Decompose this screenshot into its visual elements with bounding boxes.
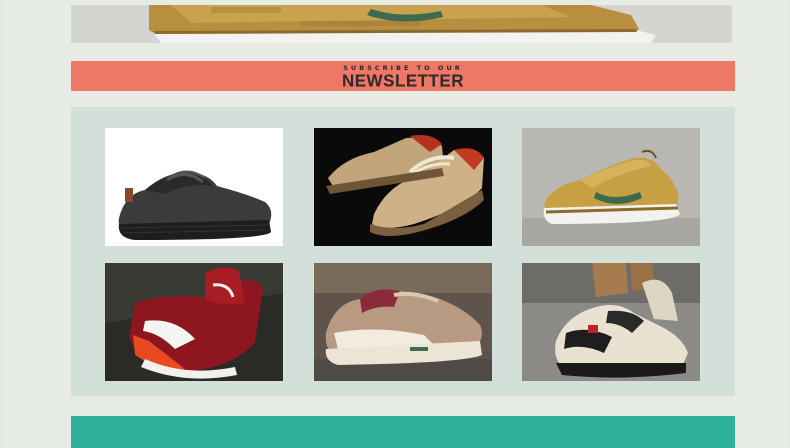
product-grid [71,107,735,396]
cream-runner-sneaker-image [522,263,700,381]
product-tile-4[interactable] [105,263,283,381]
gold-sneaker-image [71,5,732,43]
red-sneaker-image [105,263,283,381]
product-tile-6[interactable] [522,263,700,381]
gold-sneaker-image [522,128,700,246]
tan-sneaker-pair-image [314,128,492,246]
product-tile-2[interactable] [314,128,492,246]
product-tile-5[interactable] [314,263,492,381]
page: SUBSCRIBE TO OUR NEWSLETTER [4,0,788,448]
tan-runner-sneaker-image [314,263,492,381]
product-tile-1[interactable] [105,128,283,246]
hero-banner-image[interactable] [71,5,732,43]
product-tile-3[interactable] [522,128,700,246]
newsletter-subscribe-banner[interactable]: SUBSCRIBE TO OUR NEWSLETTER [71,61,735,91]
footer-teal-section [71,416,735,448]
newsletter-title: NEWSLETTER [341,70,465,90]
black-sneaker-image [105,128,283,246]
